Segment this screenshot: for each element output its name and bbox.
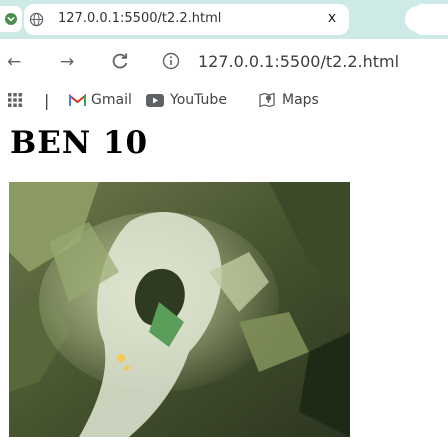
bookmarks-divider: | — [44, 91, 50, 110]
address-bar-url[interactable]: 127.0.0.1:5500/t2.2.html — [198, 52, 399, 71]
chevron-down-icon — [5, 13, 17, 25]
tab-search-button[interactable] — [0, 6, 22, 32]
page-heading: BEN 10 — [10, 125, 149, 161]
maps-icon — [259, 92, 275, 108]
gmail-icon — [69, 93, 86, 106]
bookmark-label: YouTube — [170, 92, 227, 108]
ben-10-photo — [9, 182, 350, 437]
bookmark-label: Gmail — [91, 92, 132, 108]
bookmark-gmail[interactable]: Gmail — [69, 85, 132, 115]
back-arrow-icon[interactable]: ← — [7, 52, 21, 72]
site-info-icon[interactable] — [162, 52, 180, 70]
tab-title: 127.0.0.1:5500/t2.2.html — [58, 11, 222, 26]
globe-icon — [29, 12, 44, 27]
apps-grid-icon[interactable] — [8, 93, 22, 107]
tab-strip: 127.0.0.1:5500/t2.2.html x — [0, 0, 448, 39]
bookmark-maps[interactable]: Maps — [259, 85, 319, 115]
bookmark-youtube[interactable]: YouTube — [146, 85, 227, 115]
reload-icon[interactable] — [110, 51, 130, 71]
active-tab[interactable]: 127.0.0.1:5500/t2.2.html x — [24, 4, 349, 35]
forward-arrow-icon[interactable]: → — [60, 52, 74, 72]
youtube-icon — [146, 93, 164, 107]
tab-close-button[interactable]: x — [325, 10, 339, 26]
new-tab-button[interactable] — [414, 4, 448, 35]
bookmarks-bar: | Gmail YouTube Maps — [0, 85, 448, 115]
browser-toolbar: ← → 127.0.0.1:5500/t2.2.html — [0, 39, 448, 85]
bookmark-label: Maps — [282, 92, 319, 108]
